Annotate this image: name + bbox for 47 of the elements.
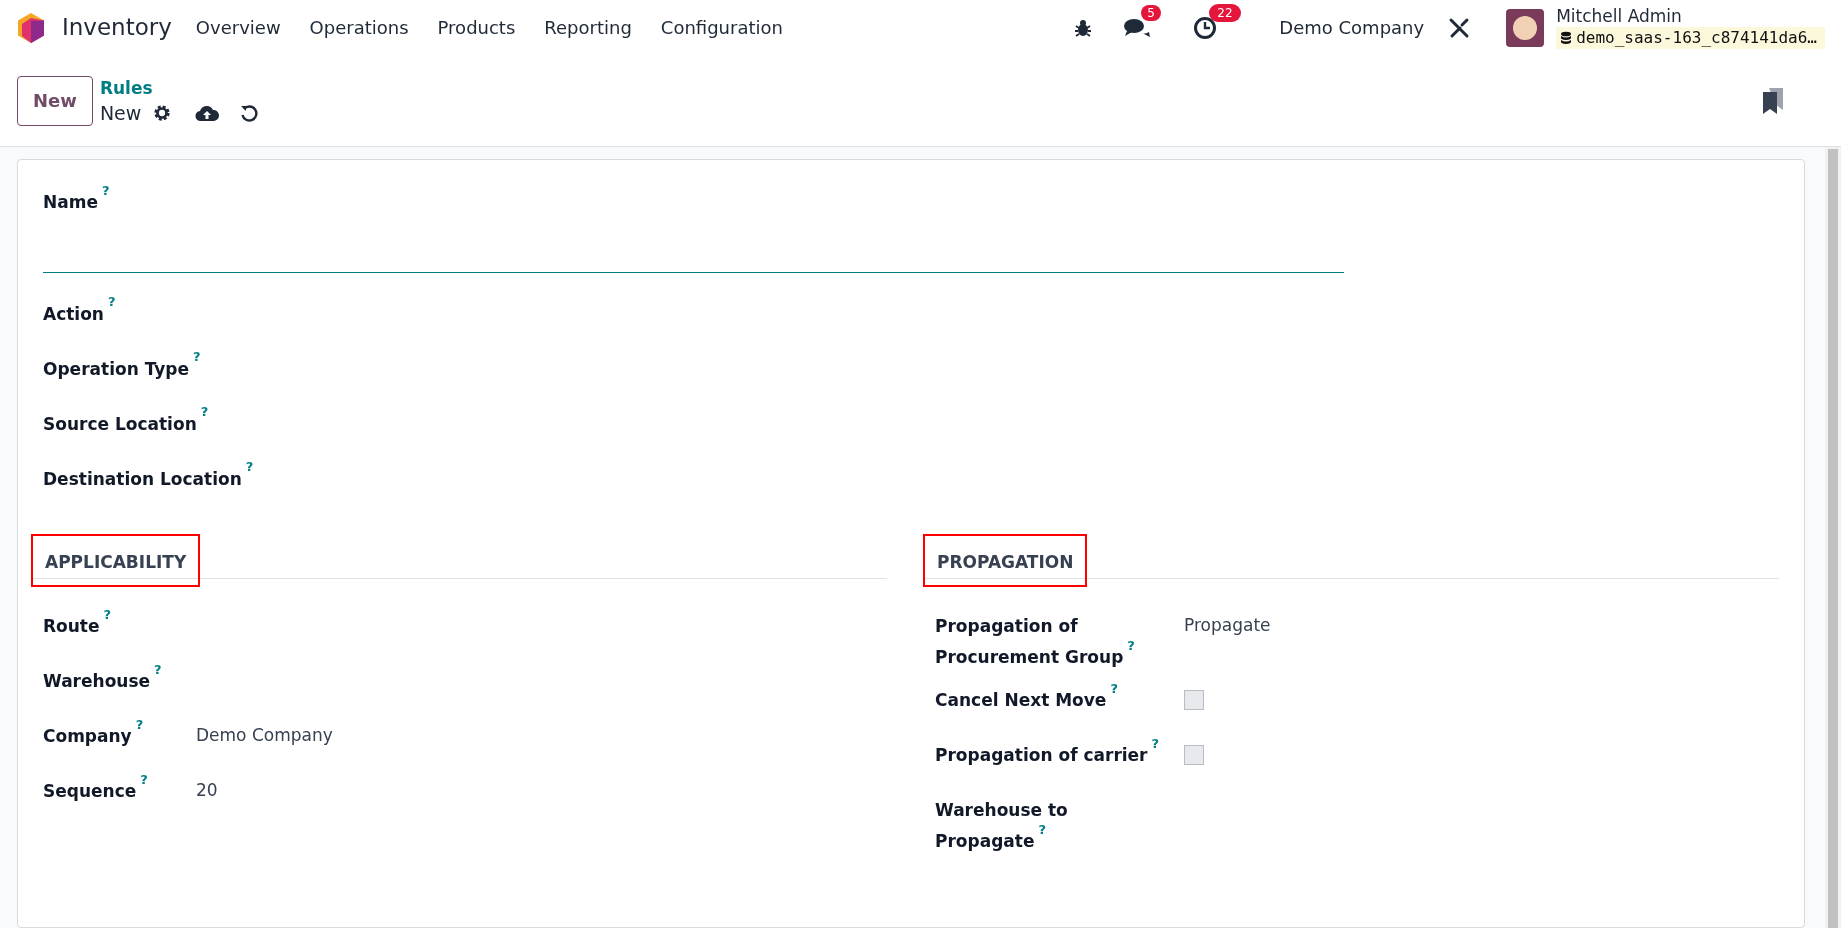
breadcrumb-link[interactable]: Rules	[99, 75, 260, 100]
help-tooltip-mark[interactable]: ?	[140, 771, 148, 787]
menu-item[interactable]: Products	[437, 14, 516, 41]
message-count-badge: 5	[1141, 4, 1161, 21]
user-name[interactable]: Mitchell Admin	[1556, 5, 1825, 28]
field-value[interactable]: 20	[196, 780, 218, 800]
settings-icon[interactable]	[153, 103, 172, 122]
field-label: Propagation of Procurement Group $^{?}$	[935, 616, 1135, 667]
help-tooltip-mark[interactable]: ?	[1151, 735, 1160, 751]
clock-icon[interactable]	[1193, 15, 1218, 40]
chat-icon[interactable]	[1123, 16, 1152, 39]
field-value[interactable]: Propagate	[1184, 615, 1271, 635]
help-tooltip-mark[interactable]: ?	[200, 404, 209, 420]
help-tooltip-mark[interactable]: ?	[193, 349, 201, 365]
help-tooltip-mark[interactable]: ?	[1038, 821, 1046, 837]
user-avatar[interactable]	[1506, 8, 1545, 47]
help-tooltip-mark[interactable]: ?	[103, 606, 112, 622]
help-tooltip-mark[interactable]: ?	[1110, 680, 1118, 696]
checkbox[interactable]	[1184, 690, 1204, 710]
scrollbar[interactable]	[1825, 147, 1841, 928]
database-icon	[1560, 31, 1573, 46]
help-tooltip-mark[interactable]: ?	[108, 294, 116, 310]
checkbox[interactable]	[1184, 745, 1204, 765]
bookmarks-icon[interactable]	[1762, 86, 1784, 115]
app-logo-icon[interactable]	[16, 11, 46, 44]
company-switcher[interactable]: Demo Company	[1279, 14, 1425, 41]
activity-count-badge: 22	[1209, 3, 1241, 22]
new-button[interactable]: New	[17, 75, 93, 126]
breadcrumb-current: New	[99, 100, 142, 126]
section-title: APPLICABILITY	[31, 533, 201, 587]
menu-item[interactable]: Operations	[309, 14, 409, 41]
app-title[interactable]: Inventory	[62, 10, 172, 45]
help-tooltip-mark[interactable]: ?	[101, 182, 110, 198]
undo-icon[interactable]	[239, 102, 260, 123]
help-tooltip-mark[interactable]: ?	[1127, 637, 1135, 653]
field-value[interactable]: Demo Company	[196, 725, 333, 745]
cloud-upload-icon[interactable]	[195, 103, 220, 122]
help-tooltip-mark[interactable]: ?	[154, 661, 162, 677]
menu-item[interactable]: Reporting	[544, 14, 632, 41]
field-label: Warehouse to Propagate $^{?}$	[935, 800, 1068, 851]
help-tooltip-mark[interactable]: ?	[245, 459, 254, 475]
bug-icon[interactable]	[1073, 17, 1094, 38]
menu-item[interactable]: Configuration	[660, 14, 783, 41]
database-name: demo_saas-163_c874141da6…	[1576, 28, 1817, 49]
menu-item[interactable]: Overview	[195, 14, 281, 41]
help-tooltip-mark[interactable]: ?	[135, 716, 144, 732]
section-title: PROPAGATION	[923, 533, 1088, 587]
